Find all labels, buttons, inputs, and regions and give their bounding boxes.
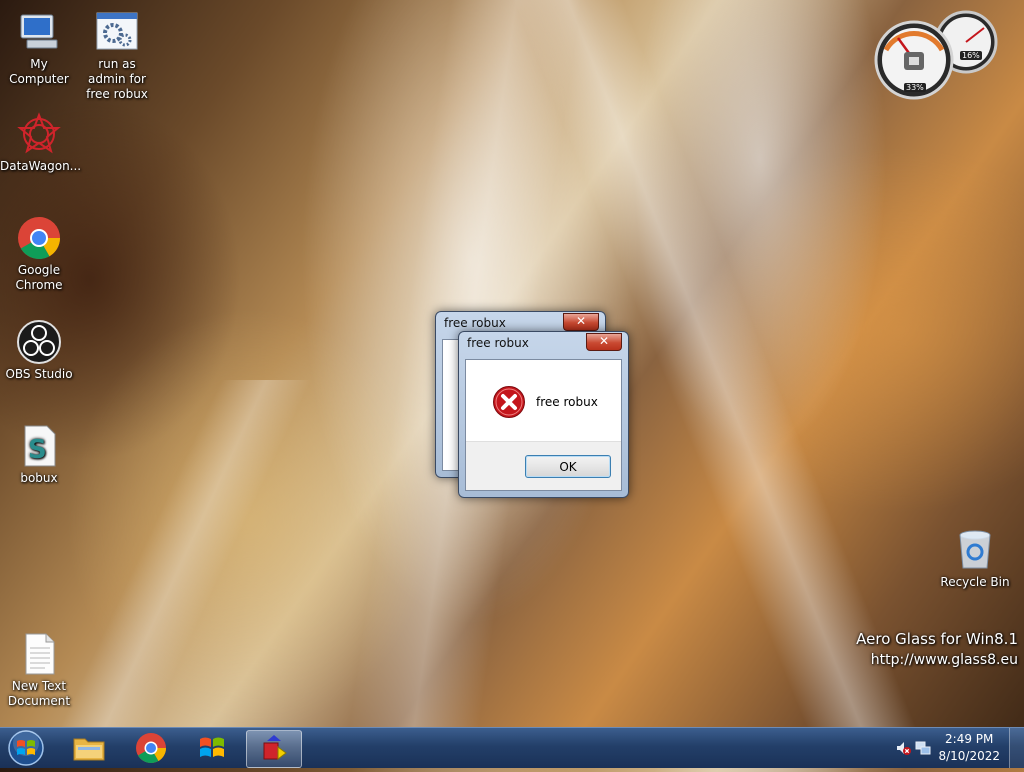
clock[interactable]: 2:49 PM 8/10/2022 (938, 731, 1000, 765)
speaker-muted-icon[interactable] (895, 740, 911, 756)
taskbar-active-app[interactable] (246, 730, 302, 768)
taskbar-windows-media[interactable] (185, 730, 239, 766)
close-icon: ✕ (575, 314, 587, 328)
svg-text:S: S (28, 435, 47, 465)
clock-date: 8/10/2022 (938, 749, 1000, 763)
dialog-free-robux-front[interactable]: free robux ✕ free robux OK (458, 331, 629, 498)
desktop-icon-new-text-document[interactable]: New Text Document (0, 632, 78, 709)
error-icon (493, 386, 525, 418)
close-icon: ✕ (598, 334, 610, 348)
desktop-icon-obs-studio[interactable]: OBS Studio (0, 320, 78, 382)
chrome-icon (18, 217, 61, 260)
dialog-message: free robux (536, 395, 598, 409)
desktop-icon-recycle-bin[interactable]: Recycle Bin (936, 528, 1014, 590)
clock-time: 2:49 PM (945, 732, 994, 746)
network-icon[interactable] (915, 740, 931, 756)
datawagon-icon (17, 112, 61, 154)
ok-button[interactable]: OK (525, 455, 611, 478)
desktop-icon-bobux[interactable]: S bobux (0, 424, 78, 486)
system-tray: 2:49 PM 8/10/2022 (889, 728, 1024, 768)
taskbar-chrome[interactable] (124, 730, 178, 766)
shapes-app-icon (263, 735, 287, 760)
memory-usage-label: 16% (960, 51, 982, 60)
dialog-content: free robux OK (465, 359, 622, 491)
watermark-url: http://www.glass8.eu (870, 652, 1018, 668)
taskbar: 2:49 PM 8/10/2022 (0, 727, 1024, 768)
recycle-bin-icon (959, 530, 991, 569)
desktop-icon-run-as-admin[interactable]: run as admin for free robux (78, 10, 156, 102)
desktop-icon-datawagon[interactable]: DataWagon... (0, 112, 81, 174)
windows-start-orb-icon (8, 730, 44, 766)
close-button[interactable]: ✕ (563, 313, 599, 331)
cpu-meter-gadget[interactable]: 33% 16% (874, 10, 1000, 100)
show-desktop-button[interactable] (1009, 728, 1024, 768)
watermark-title: Aero Glass for Win8.1 (856, 630, 1018, 648)
wallpaper-highlight (58, 380, 312, 730)
settings-gears-icon (96, 12, 138, 50)
windows-flag-icon (200, 737, 224, 757)
script-file-icon: S (24, 425, 56, 467)
computer-icon (20, 14, 58, 49)
dialog-footer: OK (466, 441, 621, 490)
start-button[interactable] (6, 729, 46, 769)
obs-icon (17, 320, 61, 364)
text-file-icon (25, 633, 55, 675)
close-button[interactable]: ✕ (586, 333, 622, 351)
desktop-icon-google-chrome[interactable]: Google Chrome (0, 216, 78, 293)
taskbar-explorer[interactable] (62, 730, 116, 766)
cpu-usage-label: 33% (904, 83, 926, 92)
desktop-icon-my-computer[interactable]: My Computer (0, 10, 78, 87)
chrome-icon (136, 733, 166, 764)
folder-icon (73, 738, 105, 761)
